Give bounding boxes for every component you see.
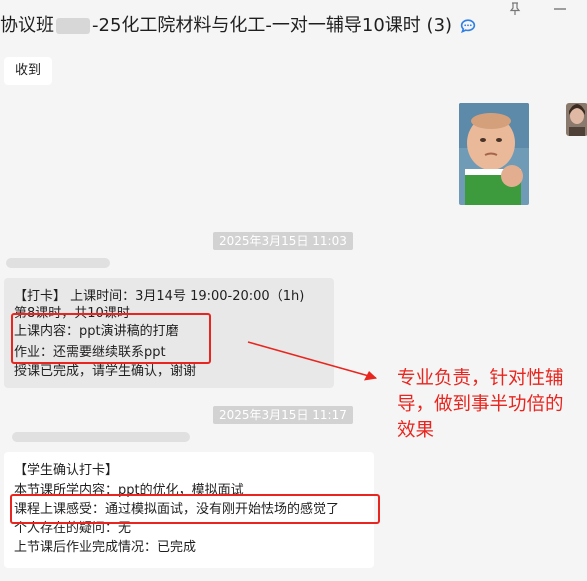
- title-prefix: 协议班: [0, 15, 54, 36]
- user-avatar[interactable]: [566, 103, 587, 136]
- highlight-box-content: [11, 313, 211, 364]
- checkin-line-complete: 授课已完成，请学生确认，谢谢: [14, 364, 197, 379]
- minimize-icon[interactable]: [553, 3, 567, 15]
- message-received[interactable]: 收到: [4, 57, 52, 85]
- chat-bubble-icon[interactable]: [460, 19, 476, 33]
- annotation-line: 导，做到事半功倍的: [397, 394, 564, 415]
- title-main: -25化工院材料与化工-一对一辅导10课时: [92, 15, 421, 36]
- pin-icon[interactable]: [509, 2, 521, 16]
- blurred-name: [56, 18, 90, 34]
- confirm-line-title: 【学生确认打卡】: [14, 463, 119, 478]
- blurred-sender-name: [12, 432, 190, 442]
- checkin-line-time: 【打卡】 上课时间：3月14号 19:00-20:00（1h): [14, 289, 305, 304]
- timestamp: 2025年3月15日 11:17: [213, 406, 353, 424]
- confirm-line-homework: 上节课后作业完成情况：已完成: [14, 540, 197, 555]
- chat-title: 协议班 -25化工院材料与化工-一对一辅导10课时 (3): [0, 13, 476, 39]
- arrow-annotation: [247, 341, 377, 381]
- annotation-line: 专业负责，针对性辅: [397, 368, 564, 389]
- annotation-line: 效果: [397, 420, 435, 441]
- blurred-sender-name: [6, 258, 110, 268]
- title-bar: 协议班 -25化工院材料与化工-一对一辅导10课时 (3): [0, 0, 587, 52]
- highlight-box-feeling: [10, 494, 380, 524]
- baby-photo[interactable]: [459, 103, 529, 205]
- timestamp: 2025年3月15日 11:03: [213, 232, 353, 250]
- member-count: (3): [426, 15, 453, 36]
- annotation-text: 专业负责，针对性辅 导，做到事半功倍的 效果: [397, 366, 587, 444]
- chat-window: 协议班 -25化工院材料与化工-一对一辅导10课时 (3) 收到 2025年3月…: [0, 0, 587, 581]
